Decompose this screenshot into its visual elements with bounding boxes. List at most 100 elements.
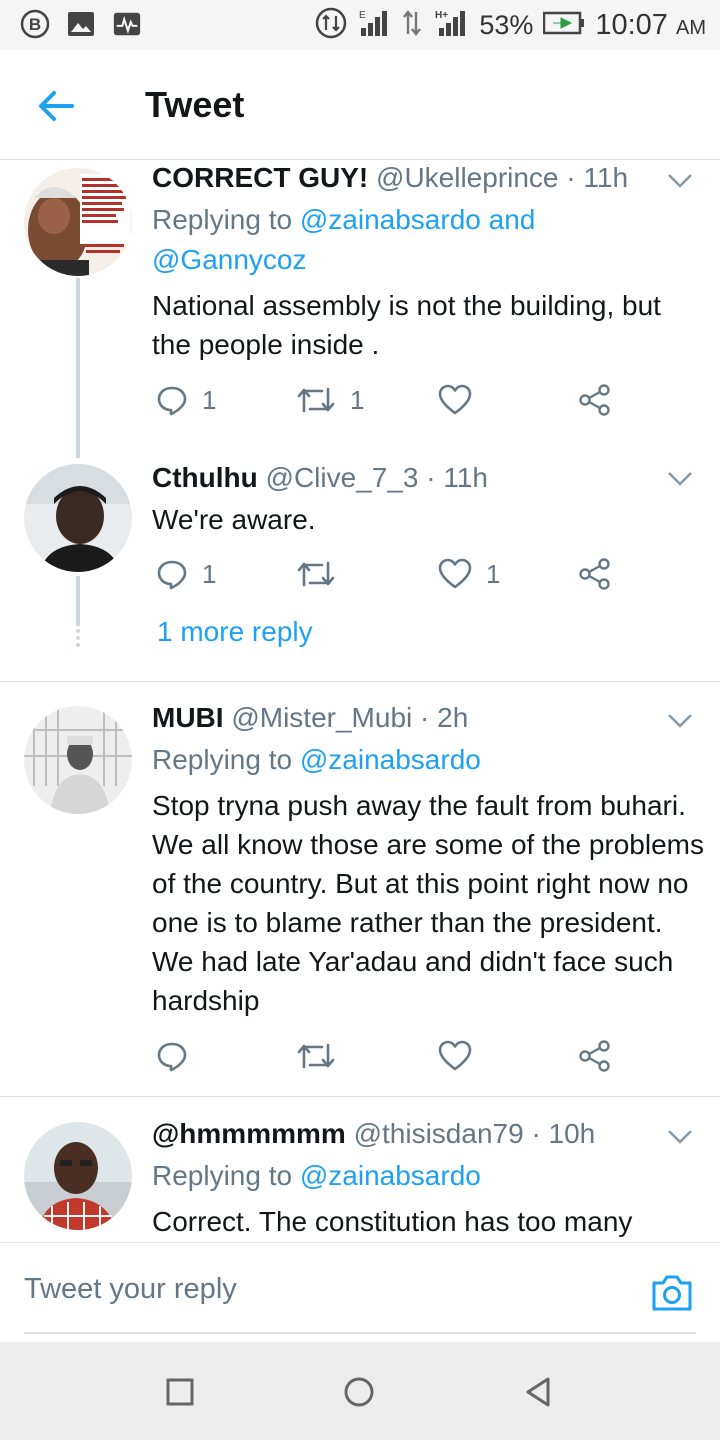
replying-to-label: Replying to: [152, 744, 300, 775]
tweet-actions: 1 1: [152, 380, 652, 424]
chevron-down-icon[interactable]: [666, 172, 694, 190]
tweet-actions: [152, 1036, 652, 1080]
tweet-text: National assembly is not the building, b…: [152, 290, 661, 360]
reply-count: 1: [202, 384, 217, 415]
handle[interactable]: @Clive_7_3: [266, 462, 419, 493]
home-circle-icon[interactable]: [343, 1376, 375, 1408]
reply-icon: [157, 560, 187, 590]
share-icon: [579, 1040, 610, 1072]
like-button[interactable]: 1: [438, 554, 500, 594]
avatar[interactable]: [24, 464, 132, 572]
share-icon: [579, 558, 610, 590]
share-button[interactable]: [578, 380, 612, 420]
avatar[interactable]: [24, 168, 132, 276]
reply-mention-link[interactable]: @zainabsardo: [300, 744, 481, 775]
transfer-icon: [401, 8, 423, 43]
tweet-content: CORRECT GUY! @Ukelleprince · 11h Replyin…: [152, 160, 704, 364]
top-bar: Tweet: [0, 50, 720, 160]
share-button[interactable]: [578, 1036, 612, 1076]
heart-icon: [438, 384, 472, 415]
data-icon: [315, 7, 347, 44]
chevron-down-icon[interactable]: [666, 712, 694, 730]
retweet-icon: [297, 561, 335, 587]
reply-and-text: and: [480, 204, 536, 235]
retweet-button[interactable]: [296, 1036, 336, 1076]
handle[interactable]: @Ukelleprince: [376, 162, 559, 193]
avatar[interactable]: [24, 1122, 132, 1230]
tweet-header: @hmmmmmm @thisisdan79 · 10h: [152, 1116, 704, 1152]
share-button[interactable]: [578, 554, 612, 594]
timestamp: · 11h: [426, 462, 489, 493]
handle[interactable]: @thisisdan79: [354, 1118, 524, 1149]
chevron-down-icon[interactable]: [666, 1128, 694, 1146]
tweet-content: MUBI @Mister_Mubi · 2h Replying to @zain…: [152, 700, 704, 1020]
retweet-icon: [297, 1043, 335, 1069]
replying-to: Replying to @zainabsardo and @Gannycoz: [152, 200, 704, 280]
chevron-down-icon[interactable]: [666, 470, 694, 488]
camera-button[interactable]: [650, 1273, 694, 1313]
display-name[interactable]: CORRECT GUY!: [152, 162, 368, 193]
tweet-header: MUBI @Mister_Mubi · 2h: [152, 700, 704, 736]
b-icon: B: [20, 9, 50, 39]
replying-to: Replying to @zainabsardo: [152, 740, 704, 780]
heart-icon: [438, 1040, 472, 1071]
retweet-button[interactable]: 1: [296, 380, 364, 420]
battery-percent: 53%: [479, 9, 534, 40]
like-button[interactable]: [438, 1036, 472, 1076]
back-triangle-icon[interactable]: [522, 1376, 554, 1408]
timestamp: · 10h: [531, 1118, 596, 1149]
heart-icon: [438, 558, 472, 589]
reply-icon: [157, 1042, 187, 1072]
reply-button[interactable]: 1: [156, 380, 216, 420]
camera-icon: [652, 1275, 692, 1311]
tweet-content: Cthulhu @Clive_7_3 · 11h We're aware.: [152, 460, 704, 539]
page-title: Tweet: [145, 84, 245, 125]
image-icon: [66, 9, 96, 39]
timestamp: · 2h: [420, 702, 469, 733]
replying-to: Replying to @zainabsardo: [152, 1156, 704, 1196]
like-count: 1: [486, 558, 501, 589]
divider: [0, 1096, 720, 1097]
tweet-text: We're aware.: [152, 504, 316, 535]
like-button[interactable]: [438, 380, 486, 420]
reply-count: 1: [202, 558, 217, 589]
divider: [0, 681, 720, 682]
reply-button[interactable]: 1: [156, 554, 216, 594]
reply-icon: [157, 386, 187, 416]
svg-text:E: E: [359, 10, 366, 21]
reply-mention-link[interactable]: @zainabsardo: [300, 1160, 481, 1191]
reply-feed[interactable]: CORRECT GUY! @Ukelleprince · 11h Replyin…: [0, 160, 720, 1242]
retweet-count: 1: [350, 384, 365, 415]
retweet-button[interactable]: [296, 554, 350, 594]
back-button[interactable]: [34, 84, 78, 128]
reply-mention-link[interactable]: @zainabsardo: [300, 204, 481, 235]
recents-square-icon[interactable]: [164, 1376, 196, 1408]
replying-to-label: Replying to: [152, 204, 300, 235]
arrow-left-icon: [39, 91, 74, 121]
more-replies-link[interactable]: 1 more reply: [157, 616, 313, 648]
svg-text:B: B: [29, 15, 41, 34]
thread-dots-icon: [76, 629, 80, 647]
avatar[interactable]: [24, 706, 132, 814]
tweet-text: Correct. The constitution has too many: [152, 1206, 633, 1237]
status-bar: B E H+ 53% 10:07 AM: [0, 0, 720, 50]
reply-composer: Tweet your reply: [0, 1242, 720, 1342]
input-underline: [24, 1332, 696, 1334]
display-name[interactable]: @hmmmmmm: [152, 1118, 346, 1149]
reply-mention-link[interactable]: @Gannycoz: [152, 244, 307, 275]
share-icon: [579, 384, 610, 416]
pulse-icon: [112, 9, 142, 39]
reply-input[interactable]: Tweet your reply: [24, 1273, 237, 1306]
timestamp: · 11h: [566, 162, 629, 193]
tweet-header: Cthulhu @Clive_7_3 · 11h: [152, 460, 704, 496]
thread-line: [76, 278, 80, 458]
display-name[interactable]: Cthulhu: [152, 462, 258, 493]
tweet-actions: 1 1: [152, 554, 652, 598]
handle[interactable]: @Mister_Mubi: [231, 702, 412, 733]
clock-time: 10:07: [595, 8, 668, 41]
thread-line: [76, 576, 80, 626]
retweet-icon: [297, 387, 335, 413]
signal-icon: E: [357, 8, 391, 43]
display-name[interactable]: MUBI: [152, 702, 224, 733]
reply-button[interactable]: [156, 1036, 188, 1076]
